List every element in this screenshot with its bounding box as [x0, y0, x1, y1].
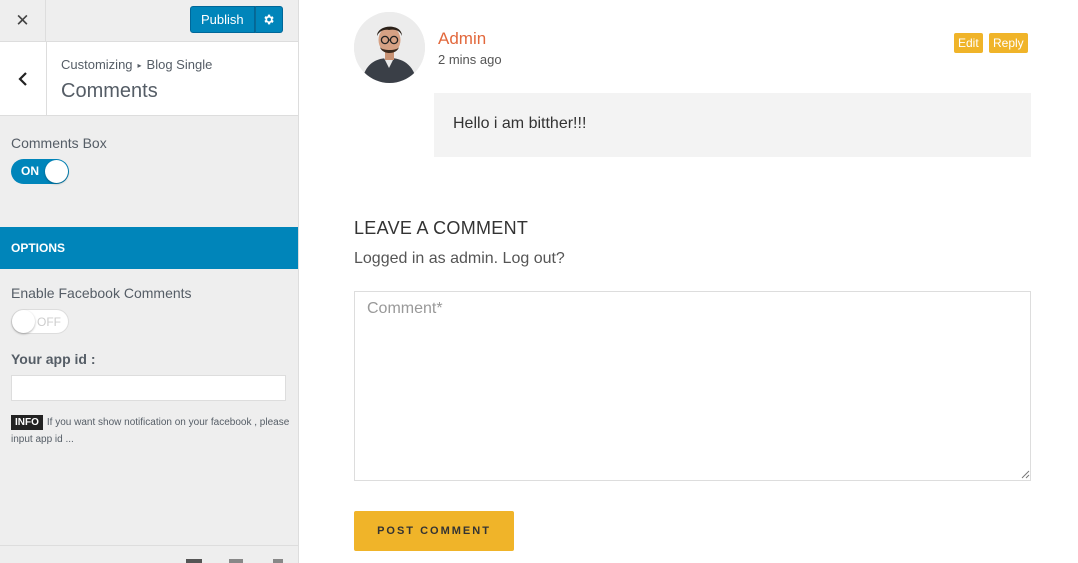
info-text: If you want show notification on your fa… — [11, 417, 290, 445]
customizer-footer — [0, 545, 298, 563]
info-note: INFO If you want show notification on you… — [11, 414, 293, 448]
gear-icon — [264, 14, 274, 25]
section-title: Comments — [61, 80, 158, 102]
reply-button[interactable]: Reply — [989, 33, 1028, 53]
facebook-comments-toggle[interactable]: OFF — [11, 309, 69, 334]
publish-button[interactable]: Publish — [190, 6, 255, 33]
back-button[interactable] — [0, 42, 47, 115]
comment-textarea[interactable] — [354, 291, 1031, 481]
avatar — [354, 12, 425, 83]
chevron-left-icon — [18, 71, 27, 86]
comment-time: 2 mins ago — [438, 52, 502, 67]
resize-handle-icon[interactable] — [1021, 470, 1030, 479]
logged-in-text[interactable]: Logged in as admin. Log out? — [354, 250, 565, 268]
mobile-preview-icon[interactable] — [273, 559, 283, 563]
app-id-input[interactable] — [11, 375, 286, 401]
breadcrumb-parent: Blog Single — [146, 57, 213, 72]
leave-comment-title: LEAVE A COMMENT — [354, 218, 529, 238]
app-id-label: Your app id : — [11, 351, 96, 367]
close-button[interactable]: ✕ — [0, 0, 46, 41]
desktop-preview-icon[interactable] — [186, 559, 202, 563]
toggle-knob — [45, 160, 68, 183]
publish-group: Publish — [190, 6, 283, 33]
comment-body: Hello i am bitther!!! — [434, 93, 1031, 157]
customizer-sidebar: ✕ Publish Customizing ▸ Blog Single Comm… — [0, 0, 299, 563]
comment-author[interactable]: Admin — [438, 29, 486, 49]
info-badge: INFO — [11, 415, 43, 430]
user-avatar-icon — [354, 12, 425, 83]
customizer-window: ✕ Publish Customizing ▸ Blog Single Comm… — [0, 0, 1078, 563]
options-heading: OPTIONS — [0, 227, 298, 269]
publish-settings-button[interactable] — [254, 6, 283, 33]
caret-right-icon: ▸ — [137, 61, 142, 70]
section-header: Customizing ▸ Blog Single Comments — [0, 42, 298, 116]
site-preview: Admin 2 mins ago Edit Reply Hello i am b… — [299, 0, 1078, 563]
comments-box-toggle[interactable]: ON — [11, 159, 69, 184]
post-comment-button[interactable]: POST COMMENT — [354, 511, 514, 551]
tablet-preview-icon[interactable] — [229, 559, 243, 563]
comments-box-label: Comments Box — [11, 135, 107, 151]
breadcrumb-root: Customizing — [61, 57, 133, 72]
breadcrumb: Customizing ▸ Blog Single — [61, 57, 212, 72]
toggle-knob — [12, 310, 35, 333]
comment-text: Hello i am bitther!!! — [453, 115, 587, 132]
toggle-state-label: OFF — [37, 315, 61, 329]
facebook-comments-label: Enable Facebook Comments — [11, 285, 192, 301]
close-icon: ✕ — [15, 10, 30, 30]
customizer-header: ✕ Publish — [0, 0, 298, 42]
edit-button[interactable]: Edit — [954, 33, 983, 53]
toggle-state-label: ON — [21, 164, 39, 178]
